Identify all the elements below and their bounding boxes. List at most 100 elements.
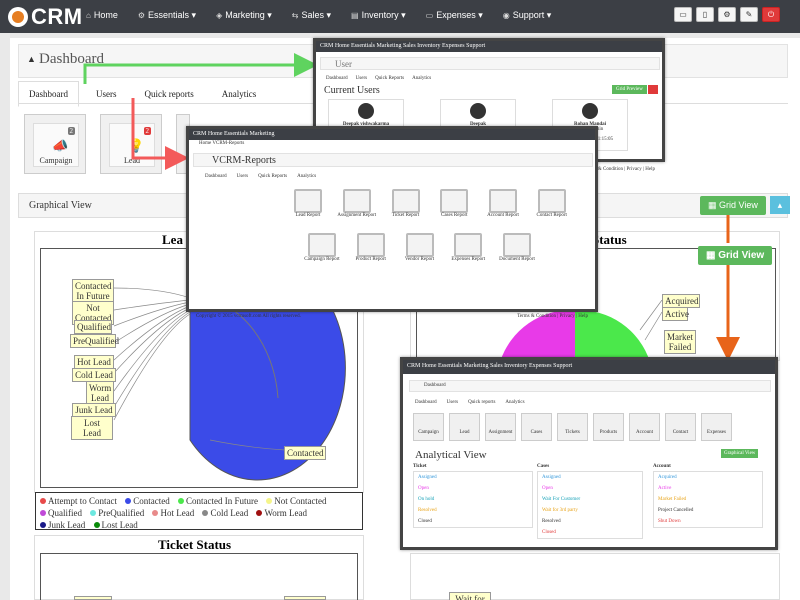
col-item[interactable]: Active bbox=[658, 483, 762, 494]
mini-col-cases: Cases Assigned Open Wait For Customer Wa… bbox=[537, 464, 643, 544]
mini-section-title: Current Users bbox=[324, 85, 380, 96]
col-item[interactable]: Closed bbox=[418, 516, 532, 527]
card-label: Products bbox=[599, 430, 618, 435]
mini-tabs: Dashboard Users Quick reports Analytics bbox=[415, 400, 525, 405]
report-item[interactable]: Vendor Report bbox=[399, 233, 441, 262]
folder-icon bbox=[454, 233, 483, 257]
mini-tab[interactable]: Users bbox=[447, 400, 458, 405]
folder-icon bbox=[489, 189, 517, 213]
mini-close-button[interactable] bbox=[648, 85, 658, 94]
report-item[interactable]: Document Report bbox=[496, 233, 538, 262]
card-label: Account bbox=[636, 430, 653, 435]
report-label: Document Report bbox=[499, 257, 535, 262]
mini-card[interactable]: Tickets bbox=[557, 413, 588, 441]
mini-card[interactable]: Cases bbox=[521, 413, 552, 441]
report-item[interactable]: Lead Report bbox=[287, 189, 329, 218]
mini-tabs: Dashboard Users Quick Reports Analytics bbox=[326, 76, 431, 81]
folder-icon bbox=[405, 233, 434, 257]
folder-icon bbox=[294, 189, 322, 213]
footer-links[interactable]: Terms & Condition | Privacy | Help bbox=[517, 314, 588, 319]
mini-card[interactable]: Contact bbox=[665, 413, 696, 441]
col-item[interactable]: On hold bbox=[418, 494, 532, 505]
col-item[interactable]: Wait for 3rd party bbox=[542, 505, 642, 516]
mini-graphical-view-button[interactable]: Graphical View bbox=[721, 449, 759, 458]
report-item[interactable]: Cases Report bbox=[433, 189, 475, 218]
mini-tab[interactable]: Quick reports bbox=[468, 400, 495, 405]
col-item[interactable]: Acquired bbox=[658, 472, 762, 483]
col-item[interactable]: Market Failed bbox=[658, 494, 762, 505]
report-label: Account Report bbox=[487, 213, 519, 218]
col-item[interactable]: Open bbox=[542, 483, 642, 494]
card-label: Lead bbox=[459, 430, 470, 435]
grid-icon: ▦ bbox=[706, 250, 719, 261]
report-item[interactable]: Ticket Report bbox=[385, 189, 427, 218]
col-item[interactable]: Shut Down bbox=[658, 516, 762, 527]
col-item[interactable]: Assigned bbox=[418, 472, 532, 483]
mini-tab[interactable]: Analytics bbox=[505, 400, 524, 405]
col-item[interactable]: Closed bbox=[542, 527, 642, 538]
col-item[interactable]: Wait For Customer bbox=[542, 494, 642, 505]
report-label: Ticket Report bbox=[391, 213, 420, 218]
report-label: Campaign Report bbox=[304, 257, 340, 262]
report-item[interactable]: Assignment Report bbox=[336, 189, 378, 218]
footer-copyright: Copyright © 2015 vcrmsoft.com All rights… bbox=[196, 314, 301, 319]
col-item[interactable]: Resolved bbox=[542, 516, 642, 527]
report-row-2: Campaign Report Product Report Vendor Re… bbox=[299, 233, 599, 270]
mini-page-title: VCRM-Reports bbox=[212, 155, 276, 166]
report-item[interactable]: Account Report bbox=[482, 189, 524, 218]
mini-card[interactable]: Expenses bbox=[701, 413, 732, 441]
mini-tab[interactable]: Analytics bbox=[412, 76, 431, 81]
arrow-users bbox=[83, 53, 318, 84]
mini-card[interactable]: Lead bbox=[449, 413, 480, 441]
mini-page-header: Dashboard bbox=[409, 380, 771, 392]
card-label: Campaign bbox=[418, 430, 439, 435]
card-label: Expenses bbox=[707, 430, 726, 435]
mini-tab[interactable]: Dashboard bbox=[205, 174, 227, 179]
report-label: Assignment Report bbox=[337, 213, 377, 218]
report-row-1: Lead Report Assignment Report Ticket Rep… bbox=[285, 189, 605, 226]
mini-card[interactable]: Account bbox=[629, 413, 660, 441]
folder-icon bbox=[391, 189, 420, 213]
mini-navbar: CRM Home Essentials Marketing bbox=[189, 129, 595, 140]
mini-breadcrumb: Home VCRM-Reports bbox=[199, 141, 245, 146]
report-label: Contact Report bbox=[536, 213, 567, 218]
folder-icon bbox=[440, 189, 469, 213]
analytics-screenshot: CRM Home Essentials Marketing Sales Inve… bbox=[400, 357, 778, 550]
mini-tab[interactable]: Quick Reports bbox=[258, 174, 287, 179]
folder-icon bbox=[342, 189, 371, 213]
report-item[interactable]: Contact Report bbox=[531, 189, 573, 218]
report-label: Expenses Report bbox=[451, 257, 486, 262]
mini-grid-button[interactable]: Grid Preview bbox=[612, 85, 647, 94]
report-item[interactable]: Campaign Report bbox=[301, 233, 343, 262]
report-label: Vendor Report bbox=[404, 257, 435, 262]
mini-tab[interactable]: Analytics bbox=[297, 174, 316, 179]
reports-footer: Copyright © 2015 vcrmsoft.com All rights… bbox=[196, 314, 588, 319]
mini-card[interactable]: Assignment bbox=[485, 413, 516, 441]
folder-icon bbox=[308, 233, 336, 257]
col-head: Cases bbox=[537, 464, 550, 469]
report-label: Cases Report bbox=[440, 213, 468, 218]
reports-screenshot: CRM Home Essentials Marketing Home VCRM-… bbox=[186, 126, 598, 312]
mini-tab[interactable]: Users bbox=[237, 174, 248, 179]
report-item[interactable]: Product Report bbox=[350, 233, 392, 262]
report-label: Product Report bbox=[355, 257, 386, 262]
report-item[interactable]: Expenses Report bbox=[447, 233, 489, 262]
mini-tabs: Dashboard Users Quick Reports Analytics bbox=[205, 174, 316, 179]
mini-tab[interactable]: Dashboard bbox=[415, 400, 437, 405]
mini-navbar: CRM Home Essentials Marketing Sales Inve… bbox=[316, 41, 662, 52]
col-item[interactable]: Resolved bbox=[418, 505, 532, 516]
card-label: Cases bbox=[530, 430, 543, 435]
grid-view-label: Grid View bbox=[718, 250, 765, 261]
mini-tab[interactable]: Quick Reports bbox=[375, 76, 404, 81]
mini-page-title: User bbox=[335, 59, 352, 69]
mini-col-account: Account Acquired Active Market Failed Pr… bbox=[653, 464, 763, 544]
mini-page-header: User bbox=[320, 57, 660, 70]
col-item[interactable]: Open bbox=[418, 483, 532, 494]
mini-card[interactable]: Campaign bbox=[413, 413, 444, 441]
col-head: Account bbox=[653, 464, 671, 469]
mini-card[interactable]: Products bbox=[593, 413, 624, 441]
mini-tab[interactable]: Dashboard bbox=[326, 76, 348, 81]
mini-tab[interactable]: Users bbox=[356, 76, 367, 81]
col-item[interactable]: Project Cancelled bbox=[658, 505, 762, 516]
col-item[interactable]: Assigned bbox=[542, 472, 642, 483]
